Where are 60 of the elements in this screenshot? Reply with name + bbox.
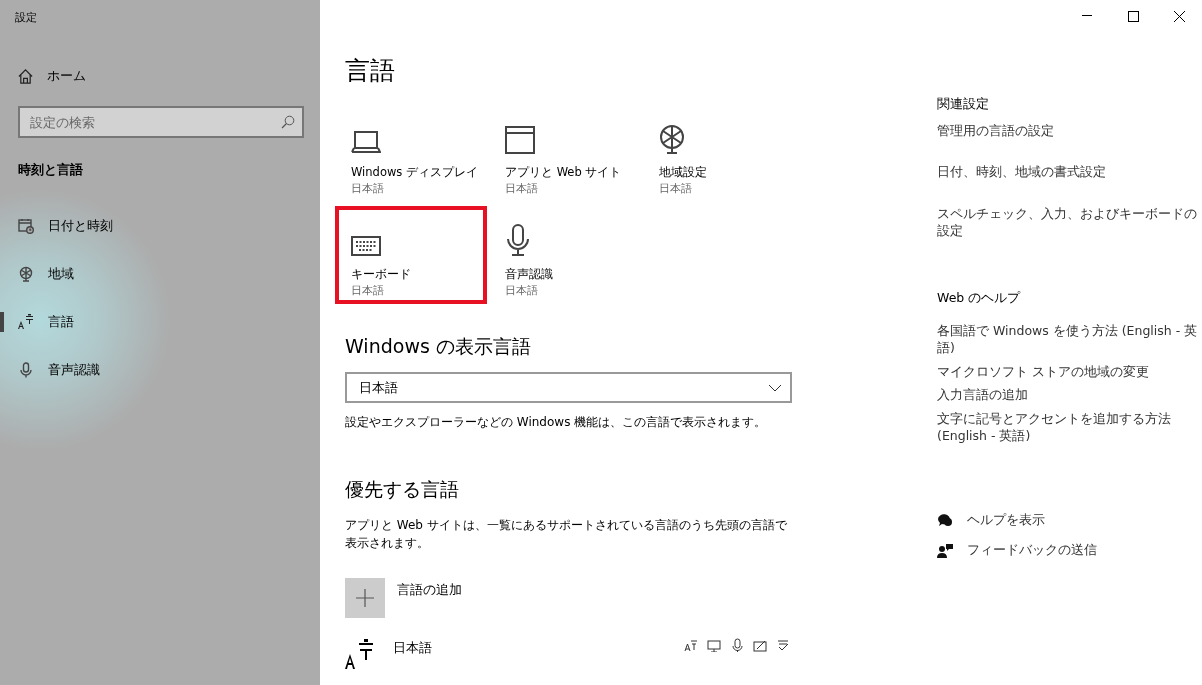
- tile-name: キーボード: [351, 265, 411, 283]
- microphone-icon: [505, 223, 531, 256]
- tile-value: 日本語: [505, 181, 539, 197]
- help-link[interactable]: 各国語で Windows を使う方法 (English - 英語): [937, 321, 1202, 357]
- chevron-down-icon: [768, 383, 782, 392]
- help-link[interactable]: 入力言語の追加: [937, 386, 1202, 404]
- microphone-icon: [18, 362, 34, 378]
- search-icon: [281, 115, 295, 129]
- calendar-clock-icon: [18, 218, 34, 234]
- language-icon: [18, 314, 34, 330]
- help-link[interactable]: 文字に記号とアクセントを追加する方法 (English - 英語): [937, 409, 1202, 445]
- support-link[interactable]: フィードバックの送信: [967, 541, 1097, 560]
- related-link[interactable]: スペルチェック、入力、およびキーボードの設定: [937, 204, 1202, 240]
- language-icon: [345, 637, 375, 670]
- tile-name: アプリと Web サイト: [505, 163, 622, 181]
- section-heading: Windows の表示言語: [345, 333, 532, 359]
- support-link[interactable]: ヘルプを表示: [967, 510, 1045, 530]
- spellcheck-icon: [776, 637, 790, 652]
- tile-value: 日本語: [351, 181, 385, 197]
- laptop-icon: [351, 129, 381, 154]
- tile-name: 地域設定: [659, 163, 707, 181]
- sidebar-item[interactable]: 音声認識: [0, 346, 304, 394]
- settings-tile[interactable]: 地域設定 日本語: [643, 103, 795, 202]
- tile-value: 日本語: [659, 181, 693, 197]
- window-title: 設定: [14, 10, 38, 26]
- microphone-icon: [730, 637, 744, 652]
- language-pack-icon: [684, 637, 698, 652]
- related-link[interactable]: 日付、時刻、地域の書式設定: [937, 163, 1202, 181]
- search-field[interactable]: 設定の検索: [18, 106, 304, 138]
- description-text: 設定やエクスプローラーなどの Windows 機能は、この言語で表示されます。: [345, 414, 768, 431]
- home-link[interactable]: ホーム: [47, 66, 86, 86]
- section-heading: 関連設定: [937, 95, 990, 113]
- keyboard-icon: [351, 235, 381, 256]
- home-icon[interactable]: [18, 68, 33, 84]
- settings-tile[interactable]: アプリと Web サイト 日本語: [489, 103, 641, 202]
- section-heading: Web のヘルプ: [937, 288, 1022, 307]
- section-heading: 優先する言語: [345, 477, 460, 502]
- tile-name: 音声認識: [505, 265, 553, 283]
- help-link[interactable]: マイクロソフト ストアの地域の変更: [937, 362, 1202, 380]
- language-dropdown[interactable]: 日本語: [345, 372, 792, 403]
- sidebar-item[interactable]: 地域: [0, 250, 304, 298]
- language-name[interactable]: 日本語: [393, 637, 432, 657]
- tile-value: 日本語: [505, 283, 539, 299]
- display-icon: [707, 637, 721, 652]
- settings-tile[interactable]: キーボード 日本語: [335, 205, 487, 304]
- add-language-button[interactable]: [345, 577, 385, 618]
- description-text: アプリと Web サイトは、一覧にあるサポートされている言語のうち先頭の言語で表示されます。: [345, 516, 788, 552]
- section-heading: 時刻と言語: [17, 161, 84, 179]
- help-chat-icon: [937, 512, 953, 527]
- related-link[interactable]: 管理用の言語の設定: [937, 121, 1202, 140]
- add-language-label[interactable]: 言語の追加: [397, 579, 462, 618]
- window-icon: [505, 125, 535, 154]
- tile-name: Windows ディスプレイ: [351, 163, 478, 181]
- feedback-icon: [937, 543, 953, 558]
- tile-value: 日本語: [351, 283, 385, 299]
- settings-tile[interactable]: 音声認識 日本語: [489, 205, 641, 304]
- page-title: 言語: [345, 55, 396, 87]
- settings-tile[interactable]: Windows ディスプレイ 日本語: [335, 103, 487, 202]
- plus-icon: [356, 588, 374, 607]
- sidebar-item[interactable]: 日付と時刻: [0, 202, 304, 250]
